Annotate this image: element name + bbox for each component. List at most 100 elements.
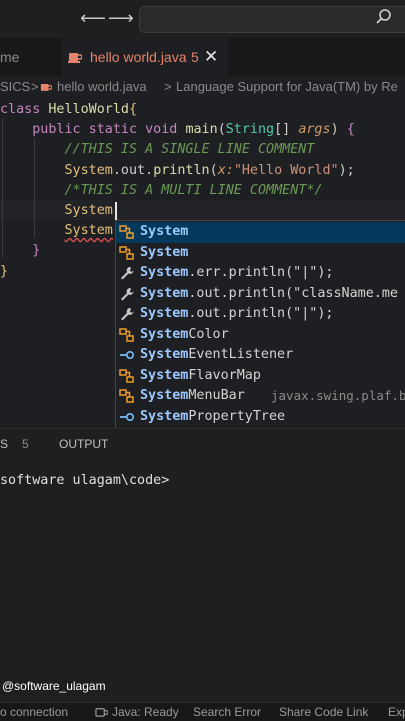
forward-arrow-icon[interactable]: ⟶: [108, 8, 134, 29]
code-token: (: [217, 122, 226, 138]
close-icon[interactable]: ✕: [204, 38, 218, 76]
code-token: System: [64, 223, 113, 239]
suggestion-detail: javax.swing.plaf.bas: [271, 388, 405, 403]
suggestion-item[interactable]: System: [116, 222, 405, 243]
tab-hello-world-java[interactable]: hello world.java 5 ✕: [62, 38, 228, 77]
module-icon: [119, 327, 135, 342]
suggestion-match: System: [140, 285, 189, 301]
suggestion-label: SystemFlavorMap: [140, 366, 261, 387]
module-icon: [119, 225, 135, 239]
code-token: x:: [217, 162, 234, 178]
suggestion-rest: Color: [188, 326, 229, 342]
code-line[interactable]: public static void main(String[] args) {: [0, 120, 355, 140]
problems-count-badge: 5: [22, 437, 29, 451]
suggestion-label: SystemEventListener: [140, 345, 293, 366]
suggestion-match: System: [140, 388, 189, 403]
code-line[interactable]: /*THIS IS A MULTI LINE COMMENT*/: [0, 181, 322, 201]
wrench-icon: [119, 266, 135, 280]
share-code-link-button[interactable]: Share Code Link: [279, 703, 368, 721]
suggestion-item[interactable]: SystemEventListener: [116, 345, 405, 366]
suggestion-rest: PropertyTree: [188, 408, 286, 424]
breadcrumb-symbol[interactable]: Language Support for Java(TM) by Re: [176, 76, 398, 98]
remote-connection-status[interactable]: o connection: [0, 703, 68, 721]
status-bar: o connection Java: Ready Search Error Sh…: [0, 702, 405, 721]
module-icon: [119, 389, 135, 403]
suggestion-item[interactable]: System.out.println("className.me: [116, 284, 405, 305]
suggestion-item[interactable]: SystemColor: [116, 325, 405, 346]
interface-icon: [119, 348, 135, 362]
breadcrumb-file[interactable]: hello world.java: [57, 76, 147, 98]
tab-label: me: [0, 49, 20, 65]
java-cup-icon: [68, 53, 82, 63]
suggestion-rest: .out.println("className.me: [188, 285, 398, 301]
suggestion-match: System: [140, 326, 189, 342]
text-cursor: [115, 202, 117, 220]
suggestion-match: System: [140, 367, 189, 383]
search-icon[interactable]: [375, 8, 393, 26]
panel-tabs: S 5 OUTPUT: [0, 429, 405, 459]
breadcrumb: SICS > hello world.java > Language Suppo…: [0, 76, 405, 98]
code-line[interactable]: System: [0, 201, 113, 221]
suggestion-item[interactable]: System.err.println("|");: [116, 263, 405, 284]
suggestion-item[interactable]: SystemMenuBar javax.swing.plaf.bas: [116, 386, 405, 407]
suggestion-label: SystemMenuBar: [140, 386, 245, 407]
suggestion-label: System.out.println("className.me: [140, 284, 398, 305]
breadcrumb-folder[interactable]: SICS: [0, 76, 30, 98]
problem-count-badge: 5: [191, 49, 199, 65]
suggestion-match: System: [140, 244, 189, 260]
editor-tab-bar: me hello world.java 5 ✕: [0, 38, 405, 77]
back-arrow-icon[interactable]: ⟵: [80, 8, 106, 29]
code-token: System: [64, 203, 113, 218]
java-cup-icon: [95, 708, 108, 717]
tab-problems[interactable]: S: [0, 437, 8, 451]
suggestion-label: SystemColor: [140, 325, 229, 346]
suggestion-label: System.err.println("|");: [140, 263, 334, 284]
suggestion-label: System: [140, 222, 188, 243]
suggestion-match: System: [140, 408, 189, 424]
suggestion-item[interactable]: SystemPropertyTree: [116, 407, 405, 428]
tab-label: hello world.java: [90, 49, 187, 65]
code-token: System: [64, 162, 113, 178]
code-token: ): [330, 122, 347, 138]
suggestion-label: System.out.println("|");: [140, 304, 334, 325]
code-line[interactable]: System: [0, 221, 113, 241]
wrench-icon: [119, 287, 135, 301]
tab-output[interactable]: OUTPUT: [59, 437, 108, 451]
suggestion-rest: MenuBar: [188, 388, 245, 403]
code-line[interactable]: }: [0, 262, 8, 282]
search-error-button[interactable]: Search Error: [193, 703, 261, 721]
tab-welcome[interactable]: me: [0, 38, 19, 76]
command-center-search[interactable]: [139, 6, 405, 33]
code-token: args: [298, 122, 331, 138]
code-token: {: [346, 122, 355, 138]
exp-button[interactable]: Exp: [388, 703, 405, 721]
module-icon: [119, 368, 135, 383]
code-token: String: [225, 122, 275, 138]
title-bar: ⟵ ⟶: [0, 0, 405, 38]
suggestion-item[interactable]: System.out.println("|");: [116, 304, 405, 325]
code-line[interactable]: //THIS IS A SINGLE LINE COMMENT: [0, 140, 314, 160]
suggestion-rest: .out.println("|");: [188, 306, 334, 321]
chevron-right-icon: >: [164, 79, 172, 94]
code-line[interactable]: }: [0, 241, 40, 261]
interface-icon: [119, 410, 135, 424]
java-status[interactable]: Java: Ready: [112, 703, 179, 721]
code-token: "Hello World": [233, 162, 339, 178]
code-token: );: [338, 162, 355, 178]
code-token: /*THIS IS A MULTI LINE COMMENT*/: [0, 182, 323, 198]
code-line[interactable]: System.out.println(x:"Hello World");: [0, 161, 355, 181]
suggestion-rest: .err.println("|");: [188, 265, 334, 280]
suggestion-item[interactable]: SystemFlavorMap: [116, 366, 405, 387]
suggestion-item[interactable]: System: [116, 243, 405, 264]
suggestion-rest: FlavorMap: [188, 367, 261, 383]
code-token: }: [0, 243, 41, 259]
terminal-prompt[interactable]: software ulagam\code>: [0, 473, 169, 488]
suggestion-match: System: [140, 306, 189, 321]
suggestion-match: System: [140, 347, 189, 362]
code-line[interactable]: class HelloWorld{: [0, 100, 137, 120]
code-token: }: [0, 263, 9, 279]
suggestion-label: SystemPropertyTree: [140, 407, 285, 428]
